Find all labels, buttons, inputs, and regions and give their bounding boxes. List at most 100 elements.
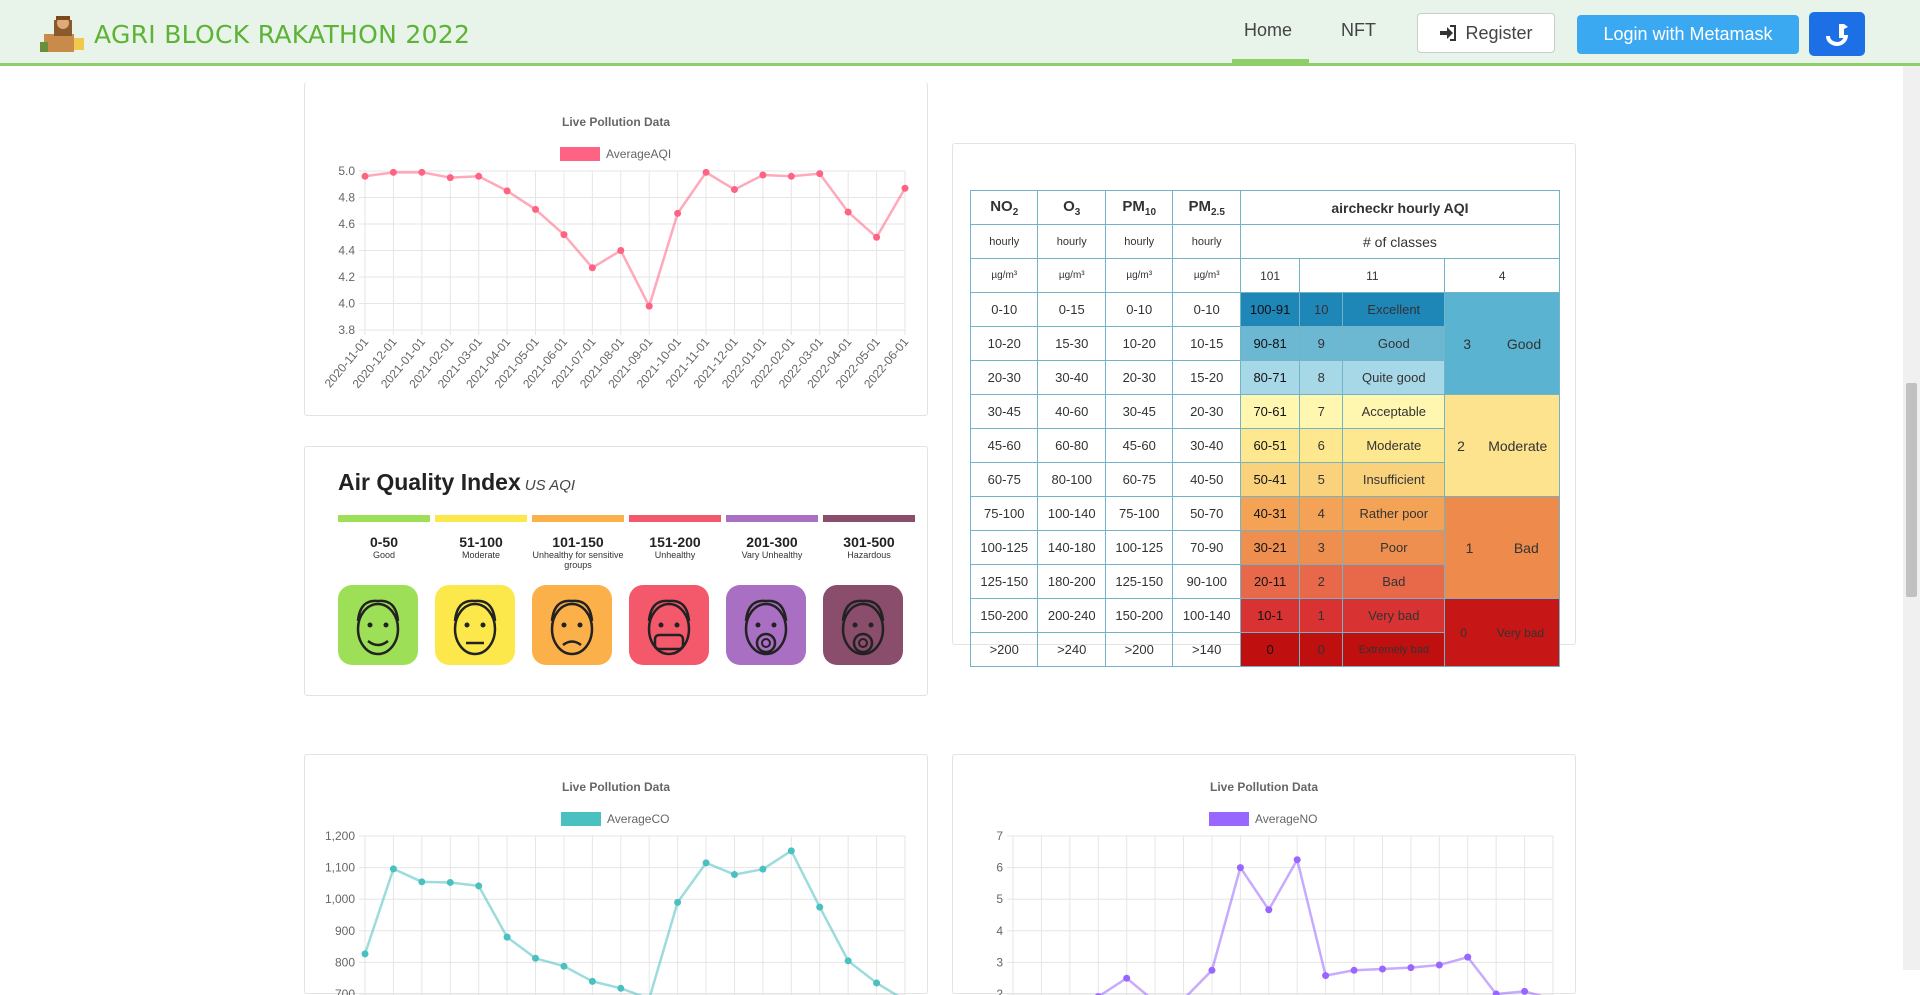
aqi-description: Good: [338, 550, 430, 560]
range-cell: 100-140: [1173, 599, 1240, 633]
aqi-range-cell: 30-21: [1240, 531, 1299, 565]
data-point: [560, 231, 567, 238]
range-cell: 0-15: [1038, 293, 1105, 327]
class-number-cell: 6: [1300, 429, 1343, 463]
data-point: [788, 847, 795, 854]
y-tick-label: 4.0: [338, 297, 355, 311]
range-cell: 10-20: [1105, 327, 1172, 361]
range-cell: 100-125: [1105, 531, 1172, 565]
aqi-scale-card: Air Quality IndexUS AQI 0-50Good51-100Mo…: [304, 446, 928, 696]
register-label: Register: [1465, 23, 1532, 44]
y-tick-label: 4: [996, 924, 1003, 938]
aqi-level-0: 0-50Good: [338, 515, 430, 560]
range-cell: >200: [971, 633, 1038, 667]
range-cell: 60-75: [1105, 463, 1172, 497]
unit-label: µg/m³: [971, 259, 1038, 293]
group-number: 0: [1460, 626, 1467, 640]
data-point: [447, 174, 454, 181]
range-cell: 150-200: [971, 599, 1038, 633]
brand[interactable]: AGRI BLOCK RAKATHON 2022: [38, 14, 470, 54]
class-label-cell: Insufficient: [1343, 463, 1445, 497]
range-cell: 200-240: [1038, 599, 1105, 633]
aqi-line-chart: 5.04.84.64.44.24.03.82020-11-012020-12-0…: [305, 82, 929, 416]
table-row: 150-200200-240150-200100-14010-11Very ba…: [971, 599, 1560, 633]
co-chart-card: Live Pollution Data AverageCO 1,2001,100…: [304, 754, 928, 994]
data-point: [873, 234, 880, 241]
aqi-level-1: 51-100Moderate: [435, 515, 527, 560]
aqi-range-cell: 70-61: [1240, 395, 1299, 429]
face-icon: [823, 585, 903, 665]
range-cell: 60-75: [971, 463, 1038, 497]
register-button[interactable]: Register: [1417, 13, 1555, 53]
range-cell: 30-40: [1173, 429, 1240, 463]
data-point: [731, 871, 738, 878]
data-point: [617, 247, 624, 254]
y-tick-label: 3: [996, 955, 1003, 969]
group-cell: 0Very bad: [1445, 599, 1560, 667]
class-number-cell: 9: [1300, 327, 1343, 361]
aqi-range-cell: 0: [1240, 633, 1299, 667]
scrollbar-thumb[interactable]: [1906, 383, 1917, 597]
range-cell: 20-30: [1173, 395, 1240, 429]
group-label: Good: [1507, 336, 1541, 352]
face-icon: [629, 585, 709, 665]
class-label-cell: Rather poor: [1343, 497, 1445, 531]
range-cell: 100-125: [971, 531, 1038, 565]
data-point: [390, 865, 397, 872]
login-metamask-button[interactable]: Login with Metamask: [1577, 15, 1799, 54]
class-number-cell: 10: [1300, 293, 1343, 327]
range-cell: 20-30: [971, 361, 1038, 395]
group-number: 2: [1457, 438, 1465, 454]
nav-home-link[interactable]: Home: [1244, 20, 1292, 41]
aqi-color-bar: [726, 515, 818, 522]
data-point: [1464, 954, 1471, 961]
data-point: [1208, 967, 1215, 974]
y-tick-label: 5.0: [338, 164, 355, 178]
group-cell: 2Moderate: [1445, 395, 1560, 497]
range-cell: 45-60: [971, 429, 1038, 463]
data-point: [362, 950, 369, 957]
pollutant-header: PM2.5: [1173, 191, 1240, 225]
group-cell: 3Good: [1445, 293, 1560, 395]
metamask-fox-button[interactable]: [1809, 12, 1865, 56]
data-point: [902, 185, 909, 192]
range-cell: 15-20: [1173, 361, 1240, 395]
table-row: 30-4540-6030-4520-3070-617Acceptable2Mod…: [971, 395, 1560, 429]
aqi-range: 101-150: [532, 534, 624, 550]
data-point: [1407, 964, 1414, 971]
face-icon: [435, 585, 515, 665]
range-cell: 30-45: [971, 395, 1038, 429]
data-point: [1436, 962, 1443, 969]
y-tick-label: 1,100: [325, 861, 355, 875]
data-point: [362, 173, 369, 180]
data-point: [731, 186, 738, 193]
top-navbar: AGRI BLOCK RAKATHON 2022 Home NFT Regist…: [0, 0, 1920, 66]
data-point: [589, 264, 596, 271]
class-number-cell: 1: [1300, 599, 1343, 633]
aqi-scale-heading: Air Quality IndexUS AQI: [338, 469, 575, 496]
class-label-cell: Poor: [1343, 531, 1445, 565]
range-cell: 10-20: [971, 327, 1038, 361]
series-line: [365, 851, 905, 995]
unit-label: µg/m³: [1105, 259, 1172, 293]
data-point: [845, 957, 852, 964]
y-tick-label: 4.6: [338, 217, 355, 231]
aqi-range-cell: 20-11: [1240, 565, 1299, 599]
y-tick-label: 4.8: [338, 191, 355, 205]
range-cell: 30-40: [1038, 361, 1105, 395]
data-point: [1521, 988, 1528, 995]
nav-nft-link[interactable]: NFT: [1341, 20, 1376, 41]
range-cell: 30-45: [1105, 395, 1172, 429]
aqi-range-cell: 100-91: [1240, 293, 1299, 327]
aqi-description: Hazardous: [823, 550, 915, 560]
data-point: [1379, 965, 1386, 972]
y-tick-label: 4.2: [338, 270, 355, 284]
data-point: [816, 170, 823, 177]
range-cell: 75-100: [971, 497, 1038, 531]
face-icon: [338, 585, 418, 665]
y-tick-label: 900: [335, 924, 355, 938]
class-number-cell: 3: [1300, 531, 1343, 565]
aqi-color-bar: [629, 515, 721, 522]
class-number-cell: 0: [1300, 633, 1343, 667]
aqi-description: Moderate: [435, 550, 527, 560]
